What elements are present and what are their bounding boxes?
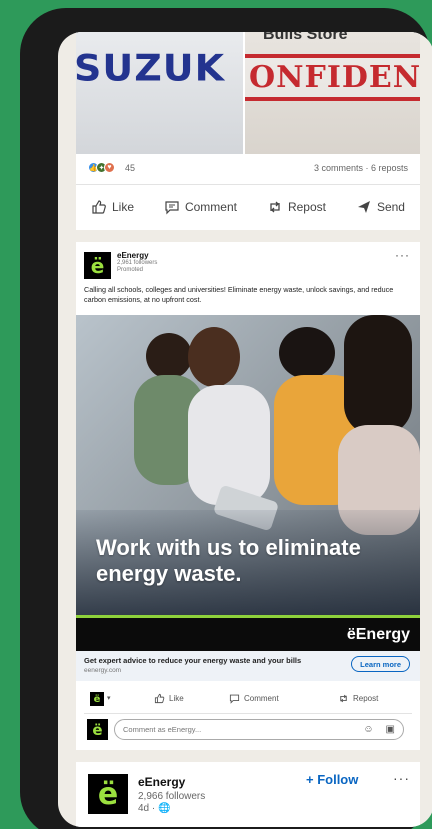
phone-frame: SUZUK Bulls Store ONFIDENTIAL 👍 ✦ ♥ 45 3… [20,8,432,829]
like-label: Like [111,200,134,214]
ad-comment-label: Comment [244,694,279,703]
comment-icon [165,201,179,215]
repost-button[interactable]: Repost [267,199,326,215]
advertiser-name[interactable]: eEnergy [117,251,149,260]
comment-icon [229,694,240,704]
repost-label: Repost [287,200,326,214]
chevron-down-icon[interactable]: ▾ [107,694,111,702]
learn-more-button[interactable]: Learn more [351,656,410,672]
advertiser-followers: 2,961 followers [117,260,158,266]
ad-brand-band: ëEnergy [76,615,420,651]
cta-domain: eenergy.com [84,667,122,674]
phone-screen: SUZUK Bulls Store ONFIDENTIAL 👍 ✦ ♥ 45 3… [58,32,432,827]
sponsored-post-card: ë eEnergy 2,961 followers Promoted ··· C… [76,242,420,750]
ad-image[interactable]: Work with us to eliminate energy waste. [76,315,420,615]
emoji-icon[interactable]: ☺ [363,724,373,735]
comment-placeholder: Comment as eEnergy... [123,725,202,734]
confidential-stamp: ONFIDENTIAL [245,54,420,101]
ad-repost-label: Repost [353,694,379,703]
commenter-avatar-logo: ë [87,719,108,740]
post-image-confidential[interactable]: Bulls Store ONFIDENTIAL [245,32,420,154]
repost-icon [270,201,280,213]
follow-button[interactable]: + Follow [306,772,358,787]
cta-title[interactable]: Get expert advice to reduce your energy … [84,656,301,665]
actor-avatar-logo[interactable]: ë [90,692,104,706]
globe-icon: 🌐 [158,803,171,814]
ad-body-text: Calling all schools, colleges and univer… [84,285,394,304]
more-options-icon[interactable]: ··· [393,770,410,786]
more-options-icon[interactable]: ··· [395,248,410,262]
student-head [344,315,412,435]
send-button[interactable]: Send [356,199,405,215]
student-head [279,327,335,379]
post-stats[interactable]: 3 comments · 6 reposts [314,163,408,173]
eenergy-brand-logo: ëEnergy [346,626,410,643]
student-head [146,333,192,379]
send-label: Send [376,200,405,214]
student-head [188,327,240,387]
ad-headline: Work with us to eliminate energy waste. [96,535,361,586]
like-button[interactable]: Like [91,199,134,215]
author-name[interactable]: eEnergy [138,775,185,789]
feed-post-card: ë eEnergy 2,966 followers 4d · 🌐 + Follo… [76,762,420,827]
send-icon [357,201,370,213]
store-sign-text: Bulls Store [263,32,348,43]
post-action-bar: Like Comment Repost Send [76,195,420,219]
eenergy-logo[interactable]: ë [88,774,128,814]
eenergy-logo[interactable]: ë [84,252,111,279]
image-icon[interactable]: ▣ [386,724,395,735]
comment-composer: ë Comment as eEnergy... ☺ ▣ [76,716,420,744]
ad-cta-bar[interactable]: Get expert advice to reduce your energy … [76,651,420,681]
thumbs-up-icon [154,693,165,704]
post-time: 4d · 🌐 [138,803,171,814]
love-reaction-icon: ♥ [104,162,115,173]
reaction-count: 45 [125,163,136,173]
suzuki-logo-text: SUZUK [76,47,226,89]
reactions-row[interactable]: 👍 ✦ ♥ 45 3 comments · 6 reposts [88,162,408,178]
repost-icon [340,694,347,703]
divider [76,184,420,185]
reaction-icons: 👍 ✦ ♥ [88,162,115,173]
thumbs-up-icon [92,200,106,214]
promoted-label: Promoted [117,267,144,273]
ad-like-label: Like [169,694,184,703]
ad-comment-button[interactable]: Comment [229,693,279,704]
author-followers: 2,966 followers [138,791,206,802]
comment-label: Comment [184,200,237,214]
comment-input[interactable]: Comment as eEnergy... ☺ ▣ [114,719,404,740]
feed-post-card: SUZUK Bulls Store ONFIDENTIAL 👍 ✦ ♥ 45 3… [76,32,420,230]
divider [84,713,412,714]
comment-button[interactable]: Comment [164,199,237,215]
ad-action-bar: ë ▾ Like Comment Repost [76,689,420,711]
post-image-suzuki[interactable]: SUZUK [76,32,243,154]
ad-repost-button[interactable]: Repost [338,693,378,704]
ad-like-button[interactable]: Like [154,693,184,704]
